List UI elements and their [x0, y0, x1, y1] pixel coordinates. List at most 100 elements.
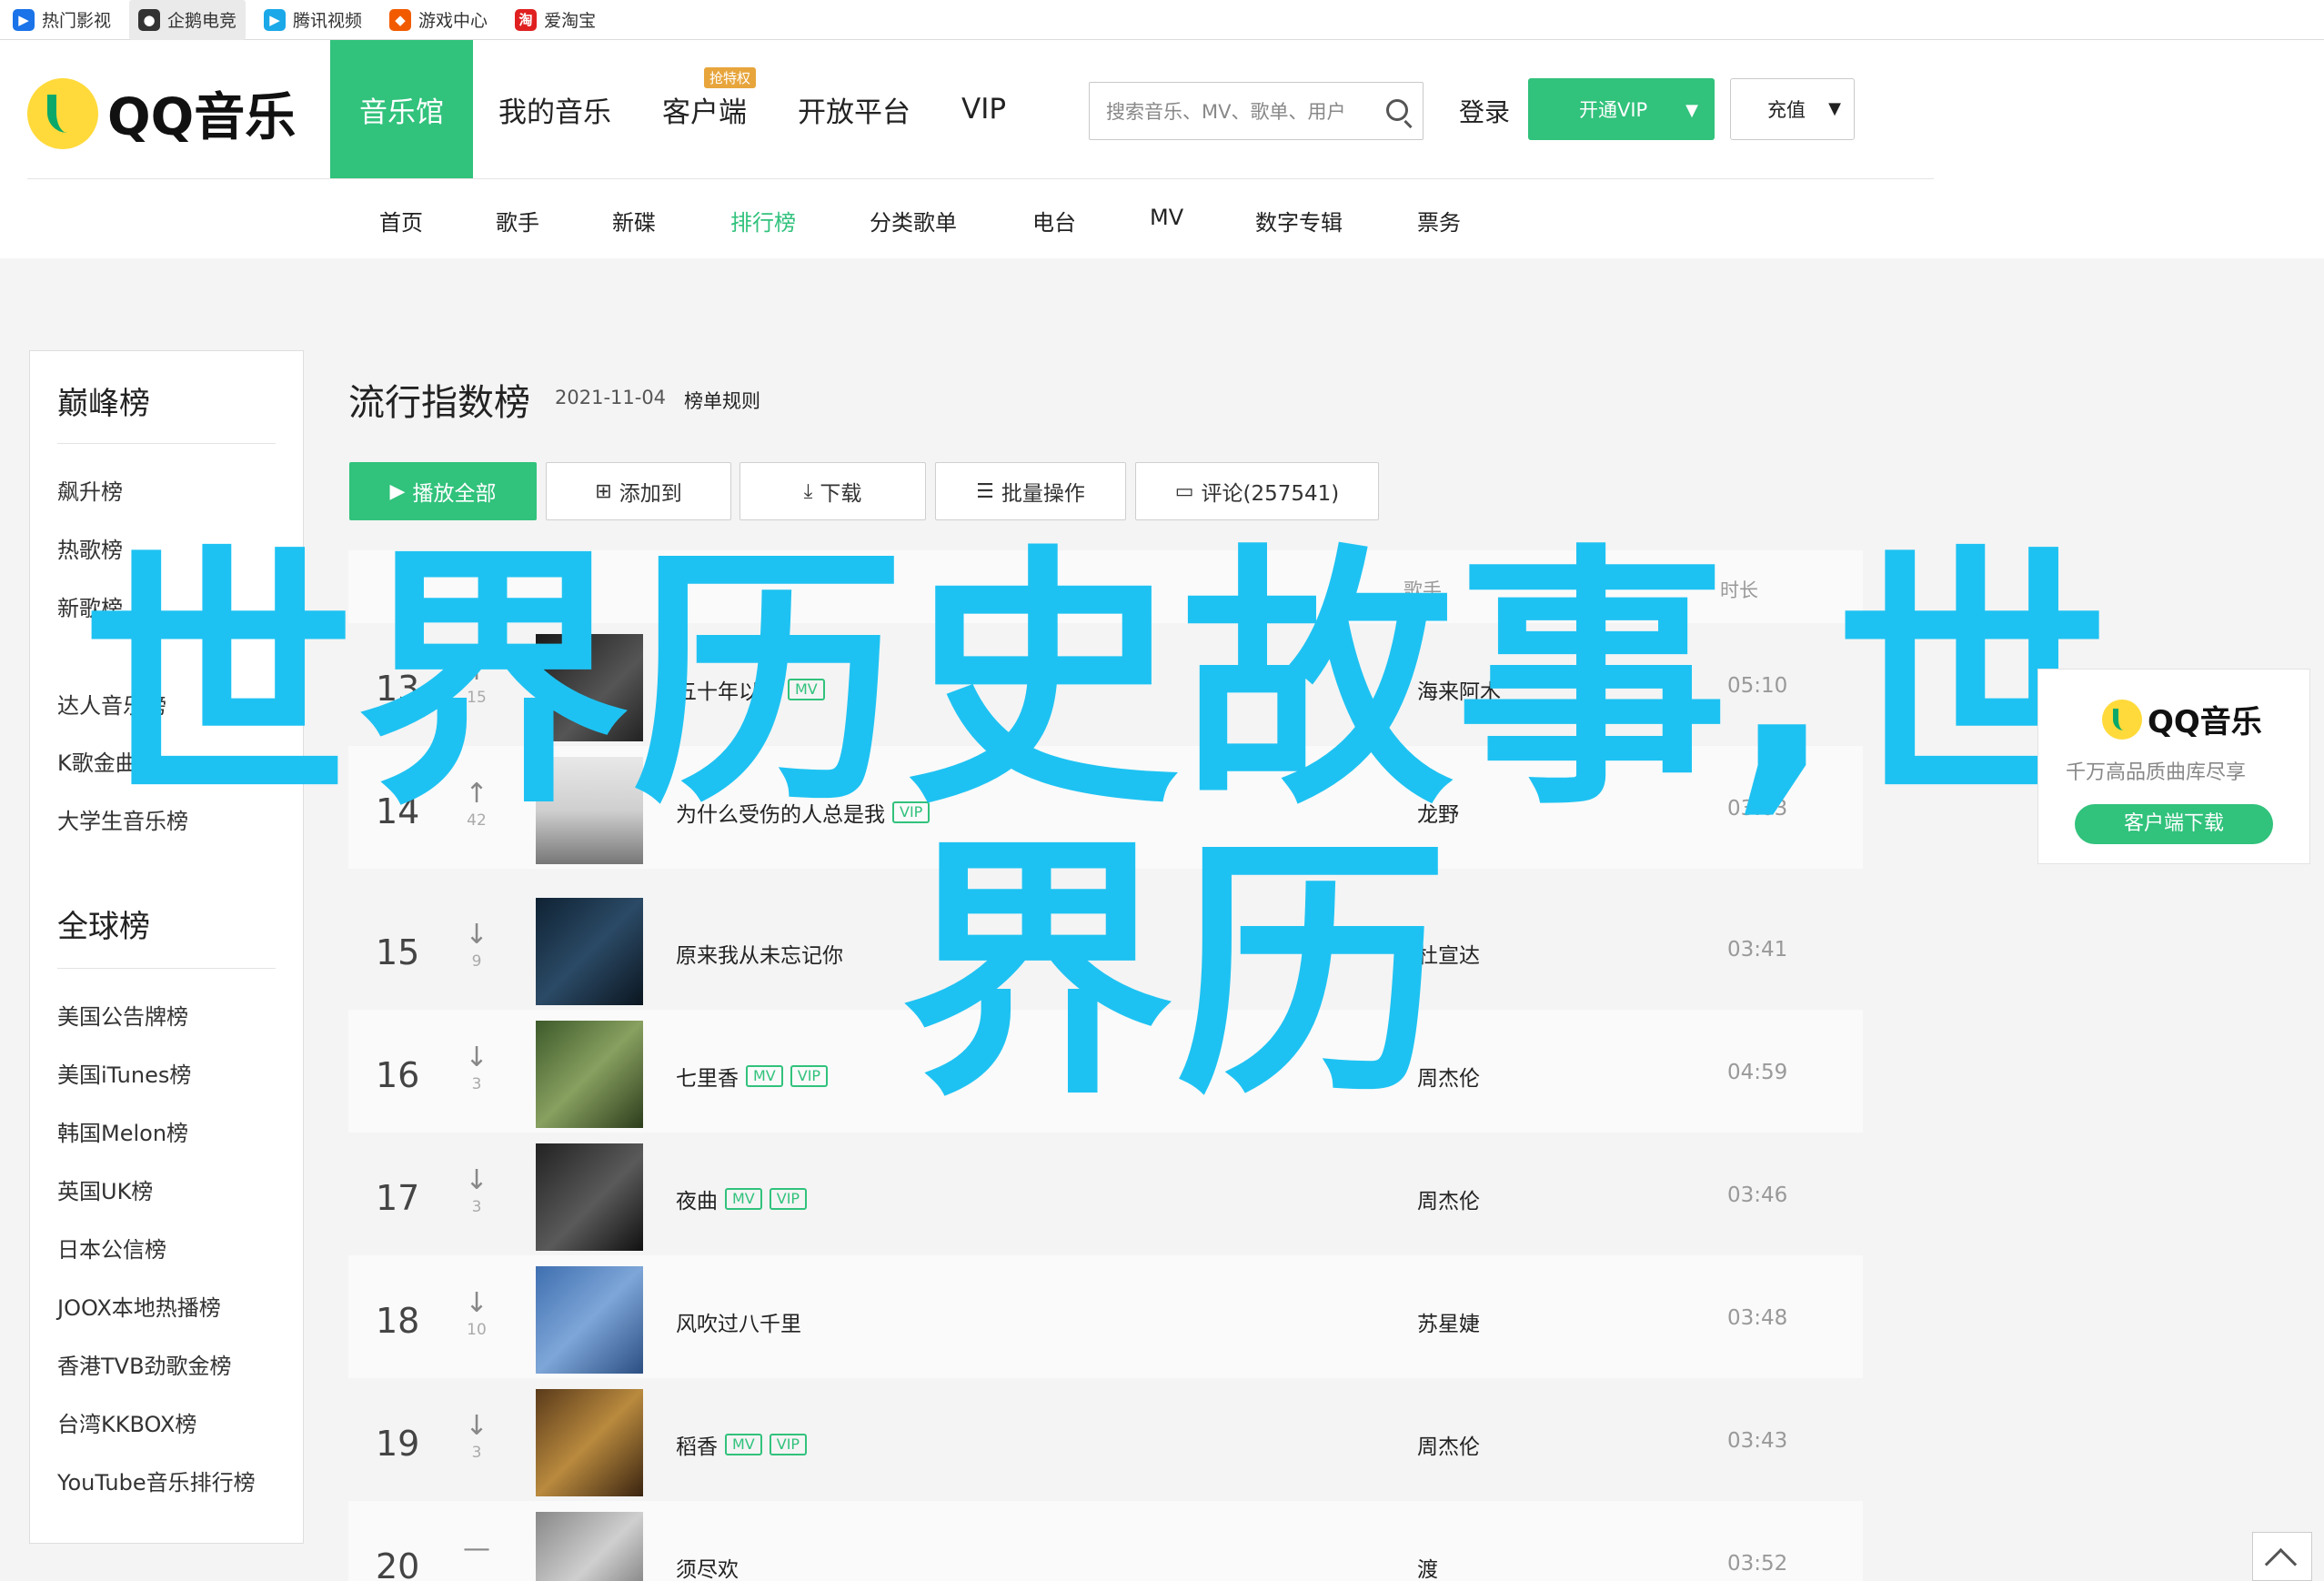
table-row[interactable]: 20 — 须尽欢 渡 03:52: [348, 1501, 1863, 1581]
singer-name[interactable]: 杜宣达: [1417, 938, 1480, 969]
sidebar-item[interactable]: 韩国Melon榜: [57, 1115, 188, 1147]
singer-name[interactable]: 苏星婕: [1417, 1306, 1480, 1337]
vip-badge[interactable]: VIP: [790, 1065, 829, 1087]
login-link[interactable]: 登录: [1459, 93, 1510, 129]
subnav-tickets[interactable]: 票务: [1417, 205, 1461, 237]
nav-open-platform[interactable]: 开放平台: [772, 40, 936, 178]
nav-music-hall[interactable]: 音乐馆: [330, 40, 473, 178]
qq-music-logo[interactable]: QQ音乐: [27, 76, 296, 150]
subnav-new-albums[interactable]: 新碟: [612, 205, 656, 237]
rank-number: 13: [376, 669, 420, 709]
gamepad-icon: ◆: [389, 8, 412, 31]
singer-name[interactable]: 渡: [1417, 1552, 1438, 1581]
sidebar-item[interactable]: 达人音乐榜: [57, 688, 166, 720]
table-row[interactable]: 15 ↓ 9 原来我从未忘记你 杜宣达 03:41: [348, 887, 1863, 1010]
album-cover[interactable]: [536, 898, 643, 1005]
batch-operation-button[interactable]: ☰ 批量操作: [935, 462, 1126, 520]
sidebar-item[interactable]: 美国公告牌榜: [57, 999, 188, 1031]
trend-up-icon: ↑: [465, 778, 488, 810]
mv-badge[interactable]: MV: [725, 1434, 762, 1455]
play-all-button[interactable]: ▶ 播放全部: [349, 462, 537, 520]
download-ad: QQ音乐 千万高品质曲库尽享 客户端下载: [2037, 669, 2310, 864]
album-cover[interactable]: [536, 1512, 643, 1581]
chart-rules-link[interactable]: 榜单规则: [684, 387, 760, 414]
table-row[interactable]: 14 ↑ 42 为什么受伤的人总是我 VIP 龙野 03:03: [348, 746, 1863, 869]
subnav-radio[interactable]: 电台: [1032, 205, 1076, 237]
bookmark-item[interactable]: ▶ 腾讯视频: [264, 0, 362, 40]
singer-name[interactable]: 周杰伦: [1417, 1183, 1480, 1214]
subnav-digital-albums[interactable]: 数字专辑: [1255, 205, 1343, 237]
caret-down-icon[interactable]: ▼: [1828, 99, 1841, 118]
bookmark-item[interactable]: 淘爱淘宝: [515, 0, 596, 40]
vip-badge[interactable]: VIP: [769, 1434, 808, 1455]
song-title-cell[interactable]: 夜曲 MV VIP: [676, 1183, 808, 1214]
song-title-cell[interactable]: 风吹过八千里: [676, 1306, 801, 1337]
open-vip-button[interactable]: 开通VIP ▼: [1528, 78, 1715, 140]
table-row[interactable]: 18 ↓ 10 风吹过八千里 苏星婕 03:48: [348, 1255, 1863, 1378]
album-cover[interactable]: [536, 1021, 643, 1128]
sidebar-item[interactable]: 大学生音乐榜: [57, 803, 188, 835]
caret-down-icon[interactable]: ▼: [1685, 101, 1698, 120]
mv-badge[interactable]: MV: [725, 1188, 762, 1210]
nav-vip[interactable]: VIP: [936, 40, 1031, 178]
bookmark-item[interactable]: ◆ 游戏中心: [389, 0, 488, 40]
sidebar-item[interactable]: 美国iTunes榜: [57, 1057, 191, 1089]
table-row[interactable]: 19 ↓ 3 稻香 MV VIP 周杰伦 03:43: [348, 1378, 1863, 1501]
table-row[interactable]: 13 ↑ 15 五十年以后 MV 海来阿木 05:10: [348, 623, 1863, 746]
client-download-button[interactable]: 客户端下载: [2075, 804, 2273, 844]
singer-name[interactable]: 龙野: [1417, 797, 1459, 828]
mv-badge[interactable]: MV: [746, 1065, 783, 1087]
subnav-singers[interactable]: 歌手: [496, 205, 539, 237]
search-input[interactable]: 搜索音乐、MV、歌单、用户: [1089, 82, 1424, 140]
sidebar-item[interactable]: 台湾KKBOX榜: [57, 1406, 196, 1438]
vip-badge[interactable]: VIP: [892, 801, 931, 823]
song-title-cell[interactable]: 五十年以后 MV: [676, 674, 825, 705]
sidebar-item[interactable]: 新歌榜: [57, 590, 123, 622]
nav-client[interactable]: 客户端 抢特权: [637, 40, 772, 178]
song-title-cell[interactable]: 为什么受伤的人总是我 VIP: [676, 797, 931, 828]
sidebar-item[interactable]: 英国UK榜: [57, 1173, 153, 1205]
table-row[interactable]: 16 ↓ 3 七里香 MV VIP 周杰伦 04:59: [348, 1010, 1863, 1133]
add-to-button[interactable]: ⊞ 添加到: [546, 462, 731, 520]
album-cover[interactable]: [536, 1266, 643, 1374]
sidebar-item[interactable]: JOOX本地热播榜: [57, 1290, 221, 1322]
bookmark-item[interactable]: ▶ 热门影视: [13, 0, 111, 40]
column-singer: 歌手: [1403, 579, 1442, 601]
table-row[interactable]: 17 ↓ 3 夜曲 MV VIP 周杰伦 03:46: [348, 1133, 1863, 1255]
album-cover[interactable]: [536, 1143, 643, 1251]
sidebar-item[interactable]: K歌金曲榜: [57, 745, 159, 777]
nav-my-music[interactable]: 我的音乐: [473, 40, 637, 178]
sidebar-item[interactable]: 热歌榜: [57, 532, 123, 564]
sidebar-item[interactable]: 香港TVB劲歌金榜: [57, 1348, 232, 1380]
mv-badge[interactable]: MV: [788, 679, 825, 700]
bookmark-item[interactable]: ● 企鹅电竞: [129, 0, 246, 40]
column-duration: 时长: [1720, 579, 1758, 601]
charge-button[interactable]: 充值 ▼: [1730, 78, 1855, 140]
sidebar-item[interactable]: 日本公信榜: [57, 1232, 166, 1264]
song-title-cell[interactable]: 稻香 MV VIP: [676, 1429, 808, 1460]
vip-badge[interactable]: VIP: [769, 1188, 808, 1210]
singer-name[interactable]: 周杰伦: [1417, 1061, 1480, 1092]
subnav-charts[interactable]: 排行榜: [730, 205, 796, 237]
song-title-cell[interactable]: 原来我从未忘记你: [676, 938, 843, 969]
subnav-playlists[interactable]: 分类歌单: [870, 205, 957, 237]
album-cover[interactable]: [536, 757, 643, 864]
song-title-cell[interactable]: 须尽欢: [676, 1552, 739, 1581]
album-cover[interactable]: [536, 634, 643, 741]
subnav-mv[interactable]: MV: [1150, 205, 1183, 230]
download-button[interactable]: ⤓ 下载: [739, 462, 926, 520]
song-title-cell[interactable]: 七里香 MV VIP: [676, 1061, 829, 1092]
search-icon[interactable]: [1386, 99, 1408, 121]
singer-name[interactable]: 海来阿木: [1417, 674, 1501, 705]
rank-number: 19: [376, 1424, 420, 1464]
page-title: 流行指数榜: [348, 382, 530, 424]
sidebar-item[interactable]: YouTube音乐排行榜: [57, 1465, 256, 1496]
comments-button[interactable]: ▭ 评论(257541): [1135, 462, 1379, 520]
scroll-to-top-icon[interactable]: [2252, 1532, 2312, 1581]
album-cover[interactable]: [536, 1389, 643, 1496]
subnav-home[interactable]: 首页: [379, 205, 423, 237]
main-nav: 音乐馆 我的音乐 客户端 抢特权 开放平台 VIP: [330, 40, 1031, 178]
singer-name[interactable]: 周杰伦: [1417, 1429, 1480, 1460]
trend-down-icon: ↓: [465, 919, 488, 951]
sidebar-item[interactable]: 飙升榜: [57, 474, 123, 506]
